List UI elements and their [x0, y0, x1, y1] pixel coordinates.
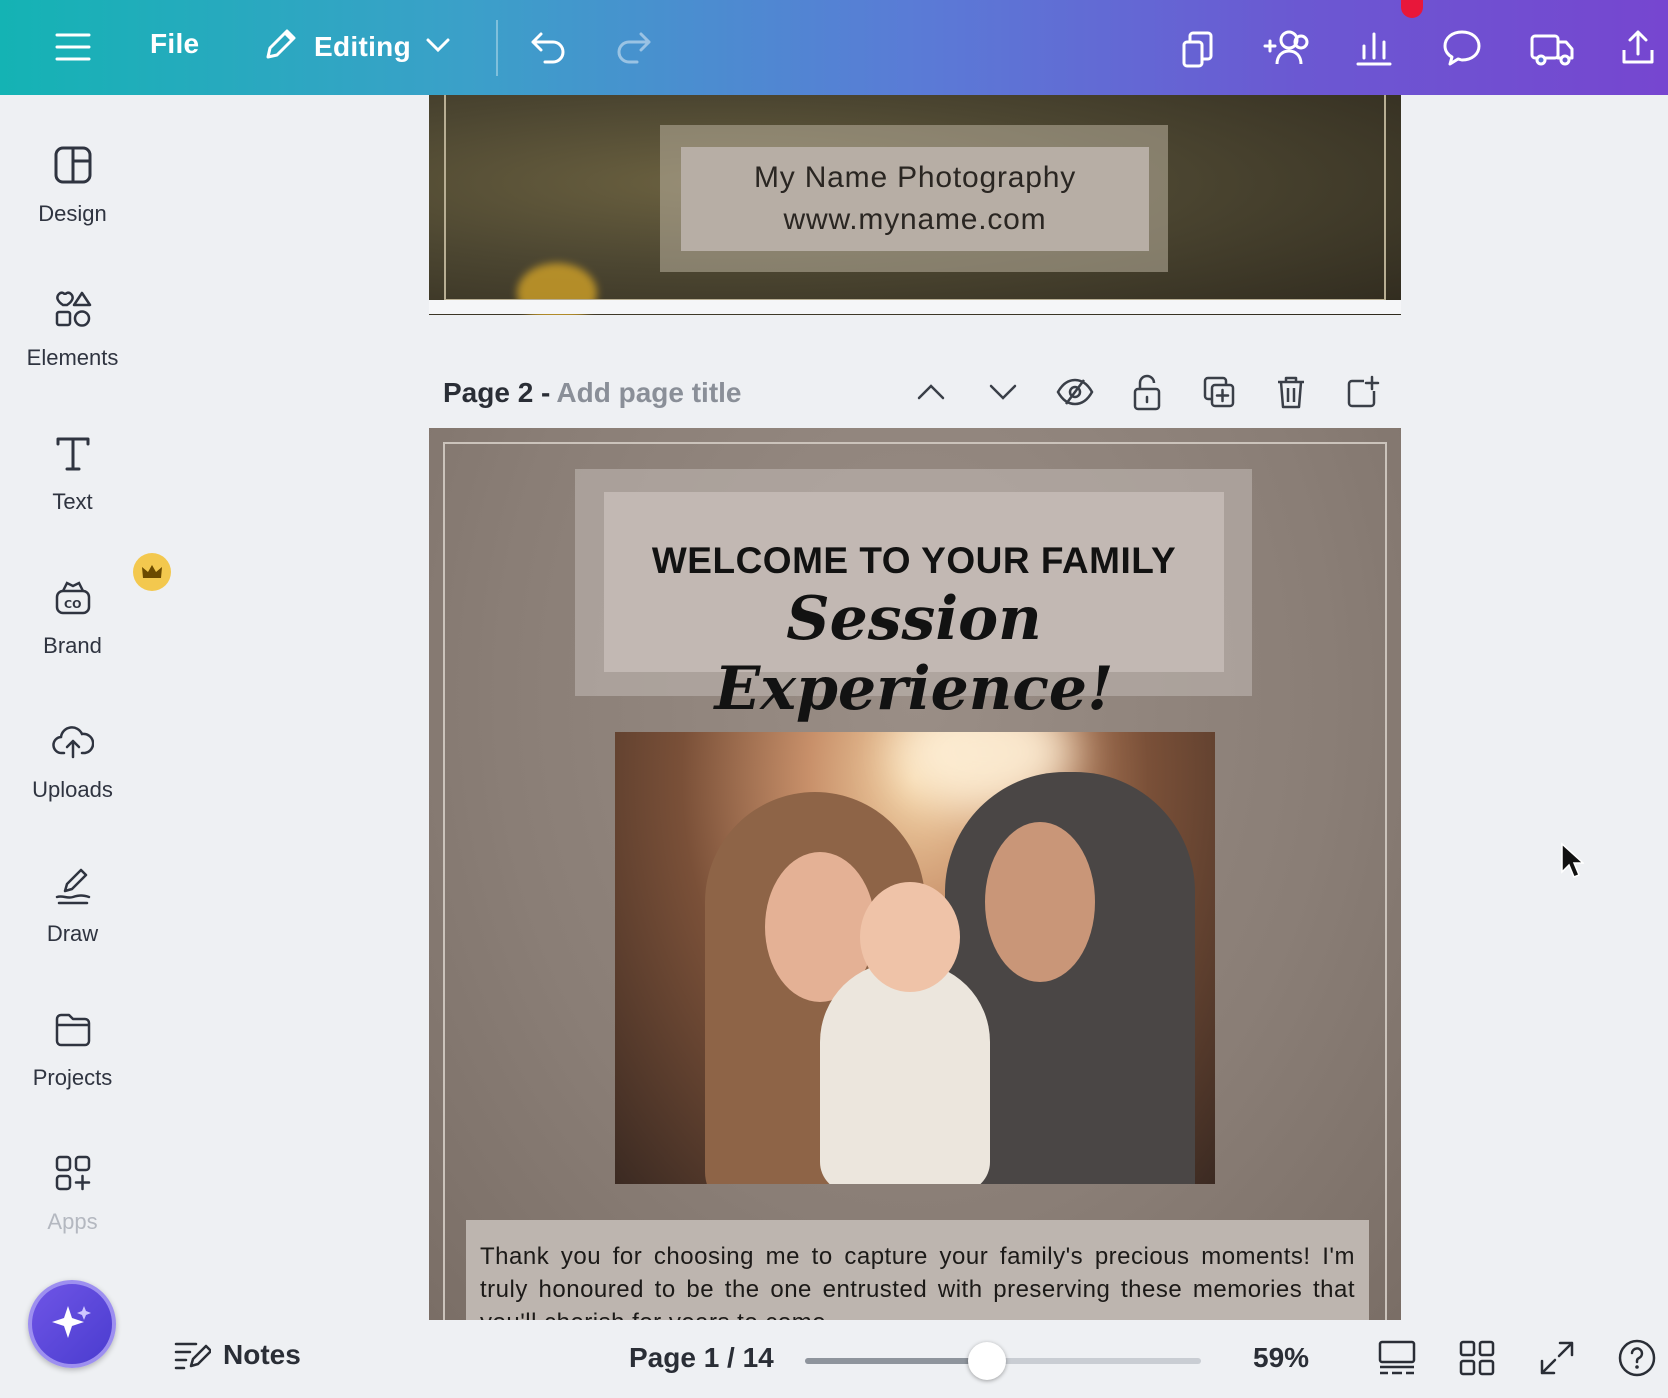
sidebar-item-label: Text: [52, 489, 93, 514]
magic-assistant-button[interactable]: [28, 1280, 116, 1368]
uploads-icon: [51, 719, 95, 763]
share-people-icon[interactable]: [1260, 24, 1312, 72]
editing-mode-label: Editing: [314, 31, 411, 62]
welcome-heading-text[interactable]: WELCOME TO YOUR FAMILY: [604, 540, 1224, 582]
bottom-toolbar: Notes Page 1 / 14 59%: [145, 1320, 1668, 1398]
trash-icon[interactable]: [1271, 372, 1311, 412]
sidebar-item-label: Apps: [47, 1209, 98, 1234]
left-sidebar: Design Elements Text CO Brand Uploads Dr…: [0, 95, 171, 1398]
design-icon: [51, 143, 95, 187]
contact-box[interactable]: My Name Photography www.myname.com: [681, 147, 1149, 251]
sidebar-item-label: Design: [38, 201, 107, 226]
resize-icon[interactable]: [1174, 24, 1222, 72]
editing-mode-dropdown[interactable]: Editing: [260, 22, 451, 72]
chevron-up-icon[interactable]: [911, 372, 951, 412]
redo-icon[interactable]: [610, 24, 656, 70]
zoom-slider-thumb[interactable]: [968, 1342, 1007, 1380]
page-1-bottom-strip: [429, 300, 1401, 314]
help-icon[interactable]: [1613, 1334, 1661, 1382]
duplicate-icon[interactable]: [1199, 372, 1239, 412]
sidebar-item-draw[interactable]: Draw: [0, 863, 145, 983]
fullscreen-icon[interactable]: [1533, 1334, 1581, 1382]
elements-icon: [51, 287, 95, 331]
business-name-text[interactable]: My Name Photography: [754, 157, 1076, 199]
design-page-2[interactable]: WELCOME TO YOUR FAMILY Session Experienc…: [429, 428, 1401, 1320]
upload-share-icon[interactable]: [1614, 24, 1662, 72]
toolbar-divider: [496, 20, 498, 76]
sidebar-item-label: Projects: [32, 1065, 113, 1090]
svg-text:CO: CO: [64, 598, 81, 611]
page-title-input[interactable]: Add page title: [556, 377, 741, 409]
pencil-icon: [260, 25, 300, 70]
page-indicator[interactable]: Page 1 / 14: [629, 1342, 774, 1374]
top-toolbar: File Editing: [0, 0, 1668, 95]
zoom-percentage[interactable]: 59%: [1253, 1342, 1309, 1374]
undo-icon[interactable]: [526, 24, 572, 70]
page-number-label: Page 2 -: [443, 377, 551, 408]
sparkle-icon: [52, 1306, 91, 1338]
projects-icon: [51, 1007, 95, 1051]
add-page-icon[interactable]: [1343, 372, 1383, 412]
file-menu-button[interactable]: File: [150, 28, 199, 60]
website-text[interactable]: www.myname.com: [784, 199, 1047, 241]
sidebar-item-label: Elements: [26, 345, 119, 370]
sidebar-item-apps[interactable]: Apps: [0, 1151, 145, 1271]
page-2-header: Page 2 - Add page title: [443, 368, 1383, 418]
sidebar-item-design[interactable]: Design: [0, 143, 145, 263]
grid-view-icon[interactable]: [1453, 1334, 1501, 1382]
mouse-cursor: [1560, 842, 1585, 885]
session-script-heading[interactable]: Session Experience!: [604, 584, 1224, 724]
hide-icon[interactable]: [1055, 372, 1095, 412]
photo-baby: [820, 962, 990, 1184]
sidebar-item-brand[interactable]: CO Brand: [0, 553, 171, 695]
sidebar-item-projects[interactable]: Projects: [0, 1007, 145, 1127]
draw-icon: [51, 863, 95, 907]
photo-baby-face: [860, 882, 960, 992]
print-truck-icon[interactable]: [1526, 24, 1578, 72]
text-icon: [51, 431, 95, 475]
intro-text-box[interactable]: Thank you for choosing me to capture you…: [466, 1220, 1369, 1320]
crown-icon: [132, 553, 171, 591]
chevron-down-icon[interactable]: [983, 372, 1023, 412]
family-photo[interactable]: [615, 732, 1215, 1184]
intro-paragraph[interactable]: Thank you for choosing me to capture you…: [480, 1240, 1355, 1320]
sidebar-item-uploads[interactable]: Uploads: [0, 719, 145, 839]
menu-icon[interactable]: [50, 24, 96, 70]
insights-icon[interactable]: [1350, 24, 1398, 72]
notification-dot: [1401, 0, 1423, 18]
brand-icon: CO: [51, 553, 171, 619]
sidebar-item-label: Uploads: [32, 777, 113, 802]
sidebar-item-label: Draw: [46, 921, 99, 946]
sidebar-item-label: Brand: [43, 633, 102, 658]
lock-icon[interactable]: [1127, 372, 1167, 412]
apps-icon: [51, 1151, 95, 1195]
page-view-icon[interactable]: [1373, 1334, 1421, 1382]
sidebar-item-elements[interactable]: Elements: [0, 287, 145, 407]
chevron-down-icon: [425, 36, 451, 59]
heading-box[interactable]: WELCOME TO YOUR FAMILY Session Experienc…: [604, 492, 1224, 724]
sidebar-item-text[interactable]: Text: [0, 431, 145, 551]
comment-icon[interactable]: [1438, 24, 1486, 72]
zoom-slider[interactable]: [805, 1342, 1201, 1380]
notes-label: Notes: [223, 1339, 301, 1370]
notes-icon: [174, 1342, 211, 1370]
design-page-1[interactable]: My Name Photography www.myname.com: [429, 95, 1401, 315]
notes-button[interactable]: Notes: [173, 1338, 301, 1372]
zoom-slider-fill: [805, 1358, 988, 1364]
photo-father-face: [985, 822, 1095, 982]
